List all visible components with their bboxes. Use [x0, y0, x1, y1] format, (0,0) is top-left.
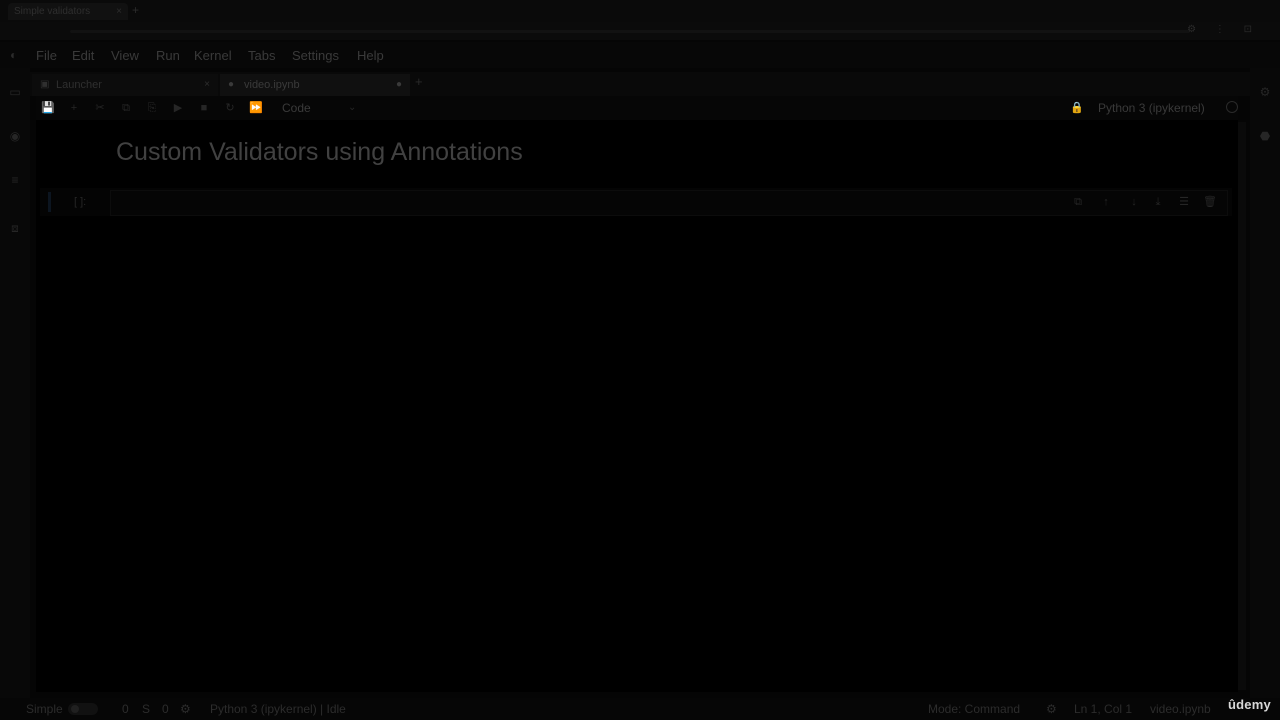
cursor-position[interactable]: Ln 1, Col 1 [1074, 702, 1132, 716]
lock-icon: 🔒 [1070, 102, 1084, 114]
notebook-scrollbar[interactable] [1238, 122, 1246, 690]
cell-type-select[interactable]: Code [282, 100, 311, 116]
insert-below-icon[interactable]: ⤓ [1151, 194, 1165, 210]
notebook-toolbar [36, 96, 1238, 120]
menu-file[interactable]: File [36, 48, 57, 63]
address-field[interactable] [70, 30, 1190, 33]
kernel-status-icon [1226, 101, 1238, 113]
notebook-icon: ● [228, 79, 235, 90]
debugger-icon[interactable]: ⬣ [1257, 128, 1273, 144]
browser-tab-bar [0, 0, 1280, 22]
kernel-gear-icon: ⚙ [180, 702, 191, 716]
move-down-icon[interactable]: ↓ [1127, 194, 1141, 210]
browser-controls-icon[interactable]: ⚙ ⋮ ⊡ [1187, 24, 1260, 35]
copy-icon[interactable]: ⧉ [118, 100, 134, 116]
browser-tab-title: Simple validators [14, 6, 91, 17]
simple-mode-toggle[interactable] [68, 703, 98, 715]
commands-icon[interactable]: ≡ [7, 172, 23, 188]
move-up-icon[interactable]: ↑ [1099, 194, 1113, 210]
launcher-icon: ▣ [40, 79, 50, 90]
run-icon[interactable]: ▶ [170, 100, 186, 116]
simple-mode-label: Simple [26, 702, 63, 716]
add-cell-icon[interactable]: + [66, 100, 82, 116]
menu-edit[interactable]: Edit [72, 48, 94, 63]
property-inspector-icon[interactable]: ⚙ [1257, 84, 1273, 100]
duplicate-cell-icon[interactable]: ⧉ [1071, 194, 1085, 210]
cell-menu-icon[interactable]: ☰ [1177, 194, 1191, 210]
running-icon[interactable]: ◉ [7, 128, 23, 144]
menu-tabs[interactable]: Tabs [248, 48, 275, 63]
mode-indicator: Mode: Command [928, 702, 1021, 716]
terminal-icon: S [142, 702, 151, 716]
chevron-down-icon[interactable]: ⌄ [348, 100, 356, 116]
delete-cell-icon[interactable]: 🗑 [1203, 194, 1217, 210]
unsaved-dot-icon[interactable]: ● [396, 74, 402, 96]
udemy-watermark: ûdemy [1228, 697, 1271, 712]
folder-icon[interactable]: ▭ [7, 84, 23, 100]
kernel-count: 0 [162, 702, 169, 716]
cut-icon[interactable]: ✂ [92, 100, 108, 116]
tab-label: Launcher [56, 79, 102, 91]
menu-run[interactable]: Run [156, 48, 180, 63]
notebook-panel [36, 96, 1238, 692]
close-icon[interactable]: × [204, 74, 210, 96]
tab-label: video.ipynb [244, 79, 300, 91]
browser-tab[interactable]: Simple validators × [8, 3, 128, 20]
add-tab-button[interactable]: + [415, 74, 423, 89]
file-name: video.ipynb [1150, 702, 1211, 716]
settings-status-icon[interactable]: ⚙ [1046, 702, 1057, 716]
new-tab-button[interactable]: + [132, 3, 139, 17]
tab-launcher[interactable]: ▣ Launcher × [32, 74, 218, 96]
stop-icon[interactable]: ■ [196, 100, 212, 116]
active-cell-indicator [48, 192, 51, 212]
close-icon[interactable]: × [116, 3, 122, 20]
restart-icon[interactable]: ↻ [222, 100, 238, 116]
menu-settings[interactable]: Settings [292, 48, 339, 63]
menu-kernel[interactable]: Kernel [194, 48, 232, 63]
tab-video-notebook[interactable]: ● video.ipynb ● [220, 74, 410, 96]
kernel-status-text[interactable]: Python 3 (ipykernel) | Idle [210, 702, 346, 716]
notebook-heading: Custom Validators using Annotations [116, 138, 523, 166]
cell-input[interactable] [110, 190, 1228, 216]
right-sidebar [1250, 68, 1280, 698]
menu-help[interactable]: Help [357, 48, 384, 63]
paste-icon[interactable]: ⎘ [144, 100, 160, 116]
extensions-icon[interactable]: ⧈ [7, 220, 23, 236]
save-icon[interactable]: 💾 [40, 100, 56, 116]
fast-forward-icon[interactable]: ⏩ [248, 100, 264, 116]
terminal-count: 0 [122, 702, 129, 716]
cell-prompt: [ ]: [74, 196, 87, 208]
kernel-name-button[interactable]: Python 3 (ipykernel) [1098, 100, 1205, 116]
left-sidebar [0, 68, 30, 698]
menu-bar [0, 42, 1280, 68]
jupyter-logo-icon: ◐ [10, 48, 18, 62]
menu-view[interactable]: View [111, 48, 139, 63]
